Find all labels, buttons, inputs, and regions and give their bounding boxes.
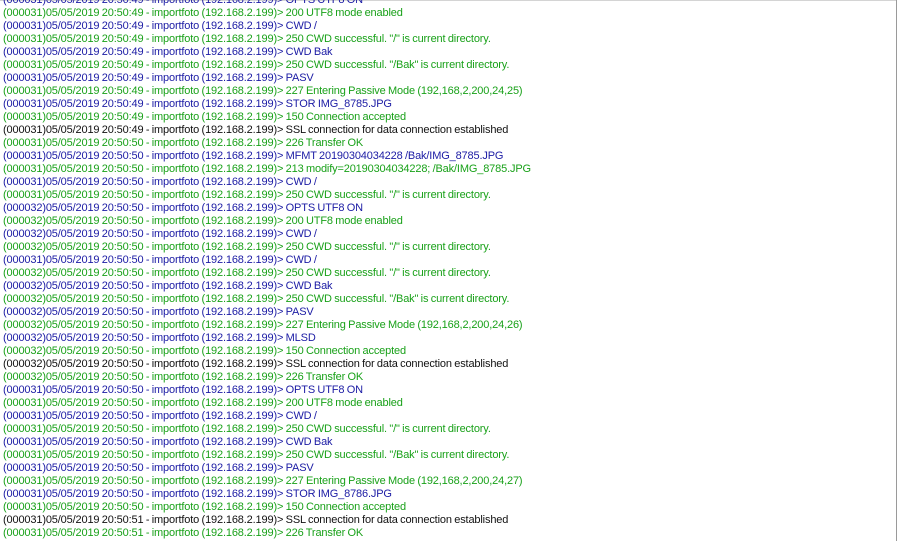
log-line-response[interactable]: (000032)05/05/2019 20:50:50 - importfoto…	[3, 319, 531, 332]
log-line-command[interactable]: (000031)05/05/2019 20:50:50 - importfoto…	[3, 384, 531, 397]
log-line-command[interactable]: (000032)05/05/2019 20:50:50 - importfoto…	[3, 202, 531, 215]
log-line-response[interactable]: (000032)05/05/2019 20:50:50 - importfoto…	[3, 371, 531, 384]
log-line-response[interactable]: (000031)05/05/2019 20:50:50 - importfoto…	[3, 397, 531, 410]
log-line-command[interactable]: (000031)05/05/2019 20:50:50 - importfoto…	[3, 176, 531, 189]
log-line-response[interactable]: (000031)05/05/2019 20:50:49 - importfoto…	[3, 33, 531, 46]
log-line-command[interactable]: (000032)05/05/2019 20:50:50 - importfoto…	[3, 228, 531, 241]
log-line-command[interactable]: (000031)05/05/2019 20:50:50 - importfoto…	[3, 254, 531, 267]
log-line-response[interactable]: (000031)05/05/2019 20:50:50 - importfoto…	[3, 449, 531, 462]
server-log-view[interactable]: (000031)05/05/2019 20:50:49 - importfoto…	[0, 0, 897, 541]
log-lines: (000031)05/05/2019 20:50:49 - importfoto…	[3, 0, 531, 540]
log-line-status[interactable]: (000032)05/05/2019 20:50:50 - importfoto…	[3, 358, 531, 371]
log-line-response[interactable]: (000031)05/05/2019 20:50:50 - importfoto…	[3, 189, 531, 202]
log-line-command[interactable]: (000031)05/05/2019 20:50:50 - importfoto…	[3, 410, 531, 423]
log-line-command[interactable]: (000031)05/05/2019 20:50:49 - importfoto…	[3, 20, 531, 33]
log-line-status[interactable]: (000031)05/05/2019 20:50:51 - importfoto…	[3, 514, 531, 527]
log-line-response[interactable]: (000032)05/05/2019 20:50:50 - importfoto…	[3, 293, 531, 306]
log-line-response[interactable]: (000032)05/05/2019 20:50:50 - importfoto…	[3, 345, 531, 358]
log-line-command[interactable]: (000031)05/05/2019 20:50:50 - importfoto…	[3, 436, 531, 449]
log-line-command[interactable]: (000031)05/05/2019 20:50:49 - importfoto…	[3, 0, 531, 7]
log-line-response[interactable]: (000031)05/05/2019 20:50:50 - importfoto…	[3, 137, 531, 150]
log-line-command[interactable]: (000031)05/05/2019 20:50:50 - importfoto…	[3, 462, 531, 475]
log-line-command[interactable]: (000032)05/05/2019 20:50:50 - importfoto…	[3, 332, 531, 345]
log-line-response[interactable]: (000032)05/05/2019 20:50:50 - importfoto…	[3, 267, 531, 280]
log-line-command[interactable]: (000032)05/05/2019 20:50:50 - importfoto…	[3, 306, 531, 319]
log-line-command[interactable]: (000031)05/05/2019 20:50:49 - importfoto…	[3, 98, 531, 111]
log-line-command[interactable]: (000031)05/05/2019 20:50:50 - importfoto…	[3, 488, 531, 501]
log-line-response[interactable]: (000031)05/05/2019 20:50:49 - importfoto…	[3, 7, 531, 20]
log-line-command[interactable]: (000031)05/05/2019 20:50:49 - importfoto…	[3, 46, 531, 59]
log-line-command[interactable]: (000031)05/05/2019 20:50:49 - importfoto…	[3, 72, 531, 85]
log-line-response[interactable]: (000031)05/05/2019 20:50:50 - importfoto…	[3, 423, 531, 436]
log-line-response[interactable]: (000031)05/05/2019 20:50:49 - importfoto…	[3, 59, 531, 72]
log-line-response[interactable]: (000031)05/05/2019 20:50:49 - importfoto…	[3, 111, 531, 124]
log-line-response[interactable]: (000032)05/05/2019 20:50:50 - importfoto…	[3, 215, 531, 228]
log-line-status[interactable]: (000031)05/05/2019 20:50:49 - importfoto…	[3, 124, 531, 137]
log-line-response[interactable]: (000031)05/05/2019 20:50:49 - importfoto…	[3, 85, 531, 98]
log-line-response[interactable]: (000031)05/05/2019 20:50:51 - importfoto…	[3, 527, 531, 540]
log-line-command[interactable]: (000031)05/05/2019 20:50:50 - importfoto…	[3, 150, 531, 163]
log-line-response[interactable]: (000031)05/05/2019 20:50:50 - importfoto…	[3, 163, 531, 176]
log-line-response[interactable]: (000032)05/05/2019 20:50:50 - importfoto…	[3, 241, 531, 254]
log-line-response[interactable]: (000031)05/05/2019 20:50:50 - importfoto…	[3, 475, 531, 488]
log-line-command[interactable]: (000032)05/05/2019 20:50:50 - importfoto…	[3, 280, 531, 293]
log-line-response[interactable]: (000031)05/05/2019 20:50:50 - importfoto…	[3, 501, 531, 514]
